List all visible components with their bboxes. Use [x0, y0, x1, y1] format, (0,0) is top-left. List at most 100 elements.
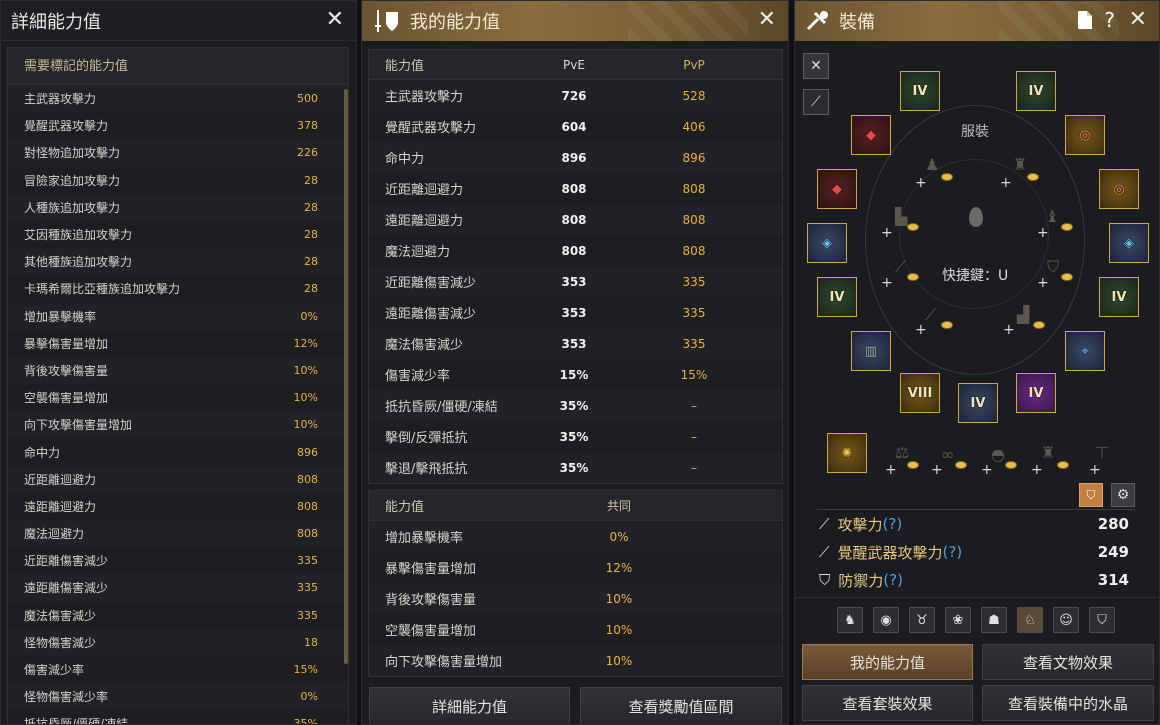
- defense-stat: ⛉ 防禦力 (?) 314: [819, 567, 1129, 593]
- costume-glove-icon[interactable]: ▟: [1017, 305, 1029, 324]
- gloves-slot[interactable]: IV: [817, 277, 857, 317]
- scrollbar[interactable]: [344, 89, 348, 664]
- help-icon[interactable]: (?): [883, 515, 903, 533]
- costume-accessory-icon[interactable]: ♝: [1045, 207, 1059, 226]
- help-icon[interactable]: ?: [1104, 8, 1115, 32]
- stat-value: 808: [297, 527, 318, 541]
- reward-range-button[interactable]: 查看獎勵值區間: [580, 687, 782, 724]
- stat-label: 人種族追加攻擊力: [24, 200, 121, 215]
- pvp-value: 335: [682, 274, 706, 289]
- gear-icon[interactable]: ⚙: [1111, 483, 1135, 507]
- stat-value: 249: [1097, 543, 1129, 561]
- weapon-toggle-icon[interactable]: ✕: [803, 53, 829, 79]
- col-common: 共同: [606, 499, 631, 513]
- table-row: 傷害減少率 15% 15%: [369, 359, 782, 390]
- costume-shield-icon[interactable]: ⛉: [1047, 257, 1059, 277]
- helmet-slot[interactable]: IV: [900, 71, 940, 111]
- stat-value: 28: [304, 255, 318, 269]
- detailed-stats-header: 詳細能力值: [1, 1, 356, 41]
- help-icon[interactable]: (?): [883, 571, 903, 589]
- costume-mask-icon[interactable]: ◓: [991, 445, 1005, 464]
- stats-view-icon[interactable]: ⛉: [1079, 483, 1103, 507]
- stat-value: 808: [297, 499, 318, 513]
- weapon2-slot[interactable]: IV: [958, 383, 998, 423]
- costume-hat-icon[interactable]: ♟: [925, 155, 939, 174]
- coin-icon: [941, 321, 953, 329]
- help-icon[interactable]: (?): [943, 543, 963, 561]
- pve-pvp-table: 能力值 PvE PvP 主武器攻擊力 726 528 覺醒武器攻擊力 604 406 命中力…: [368, 49, 783, 484]
- stat-row: 人種族追加攻擊力 28: [8, 193, 348, 221]
- table-row: 遠距離迴避力 808 808: [369, 204, 782, 235]
- stat-row: 其他種族追加攻擊力 28: [8, 248, 348, 276]
- costume-glasses-icon[interactable]: ∞: [941, 445, 954, 464]
- stat-label: 抵抗昏厥/僵硬/凍結: [385, 400, 498, 415]
- close-icon[interactable]: ✕: [326, 9, 344, 31]
- belt2-slot[interactable]: ◈: [1109, 223, 1149, 263]
- pvp-value: 808: [682, 243, 706, 258]
- common-value: 10%: [605, 653, 633, 668]
- coin-icon: [1061, 223, 1073, 231]
- stat-label: 近距離傷害減少: [24, 554, 109, 569]
- earring-slot[interactable]: ◆: [817, 169, 857, 209]
- awakening-slot[interactable]: ⌖: [1065, 331, 1105, 371]
- ring-slot[interactable]: ◎: [1065, 115, 1105, 155]
- table-row: 擊倒/反彈抵抗 35% –: [369, 421, 782, 452]
- hotkey-label: 快捷鍵：U: [942, 268, 1009, 284]
- tab-person-icon[interactable]: ☺: [1053, 607, 1079, 633]
- stat-value: 500: [297, 92, 318, 106]
- enhance-level: VIII: [907, 385, 933, 401]
- tab-knight-icon[interactable]: ♘: [1017, 607, 1043, 633]
- belt-slot[interactable]: ◈: [807, 223, 847, 263]
- sub-weapon-slot[interactable]: ▥: [851, 331, 891, 371]
- table-row: 抵抗昏厥/僵硬/凍結 35% –: [369, 390, 782, 421]
- shoes-slot[interactable]: IV: [1099, 277, 1139, 317]
- pvp-value: 528: [682, 88, 706, 103]
- tab-shield-icon[interactable]: ⛉: [1089, 607, 1115, 633]
- tab-fox-icon[interactable]: ♉: [909, 607, 935, 633]
- detailed-stats-button[interactable]: 詳細能力值: [369, 687, 570, 724]
- stat-label: 遠距離迴避力: [385, 214, 464, 229]
- sword-icon: ⟋: [819, 515, 830, 533]
- coin-icon: [907, 223, 919, 231]
- costume-boots-icon[interactable]: ▙: [895, 207, 907, 226]
- armor-slot[interactable]: IV: [1016, 71, 1056, 111]
- close-icon[interactable]: ✕: [1129, 9, 1147, 31]
- pve-value: 726: [561, 88, 587, 103]
- tab-helmet-icon[interactable]: ☗: [981, 607, 1007, 633]
- enhance-level: IV: [912, 83, 928, 99]
- stat-label: 背後攻擊傷害量: [385, 593, 477, 608]
- stat-label: 遠距離傷害減少: [24, 581, 109, 596]
- table-row: 魔法傷害減少 353 335: [369, 328, 782, 359]
- my-stats-button[interactable]: 我的能力值: [802, 644, 973, 680]
- stat-rows: 主武器攻擊力 500 覺醒武器攻擊力 378 對怪物追加攻擊力 226 冒險家追加攻擊力 28…: [8, 85, 348, 724]
- necklace-slot[interactable]: ◆: [851, 115, 891, 155]
- stat-label: 擊倒/反彈抵抗: [385, 431, 468, 446]
- pve-value: 353: [561, 274, 587, 289]
- costume-earring-icon[interactable]: ⚖: [895, 443, 909, 462]
- stat-label: 覺醒武器攻擊力: [837, 543, 943, 562]
- tab-mask-icon[interactable]: ◉: [873, 607, 899, 633]
- tool-toggle-icon[interactable]: ⟋: [803, 89, 829, 115]
- relic-effect-button[interactable]: 查看文物效果: [982, 644, 1154, 680]
- costume-cloak-icon[interactable]: ♜: [1041, 443, 1055, 462]
- artifact-slot[interactable]: IV: [1016, 373, 1056, 413]
- costume-pickaxe-icon[interactable]: ⊤: [1095, 443, 1109, 462]
- stat-row: 魔法迴避力 808: [8, 520, 348, 548]
- costume-weapon-icon[interactable]: ⟋: [895, 257, 906, 277]
- divider: [795, 597, 1159, 598]
- costume-top-icon[interactable]: ♜: [1013, 155, 1027, 174]
- tab-paw-icon[interactable]: ❀: [945, 607, 971, 633]
- close-icon[interactable]: ✕: [758, 9, 776, 31]
- main-weapon-slot[interactable]: VIII: [900, 373, 940, 413]
- set-effect-button[interactable]: 查看套裝效果: [802, 685, 973, 721]
- pvp-value: –: [691, 429, 697, 444]
- equipped-crystal-button[interactable]: 查看裝備中的水晶: [982, 685, 1154, 721]
- document-icon[interactable]: [1077, 10, 1093, 34]
- lifeskill-slot[interactable]: ✺: [827, 433, 867, 473]
- pve-value: 604: [561, 119, 587, 134]
- tab-horse-icon[interactable]: ♞: [837, 607, 863, 633]
- coin-icon: [907, 273, 919, 281]
- stat-value: 0%: [300, 690, 318, 704]
- stat-value: 0%: [300, 309, 318, 323]
- ring2-slot[interactable]: ◎: [1099, 169, 1139, 209]
